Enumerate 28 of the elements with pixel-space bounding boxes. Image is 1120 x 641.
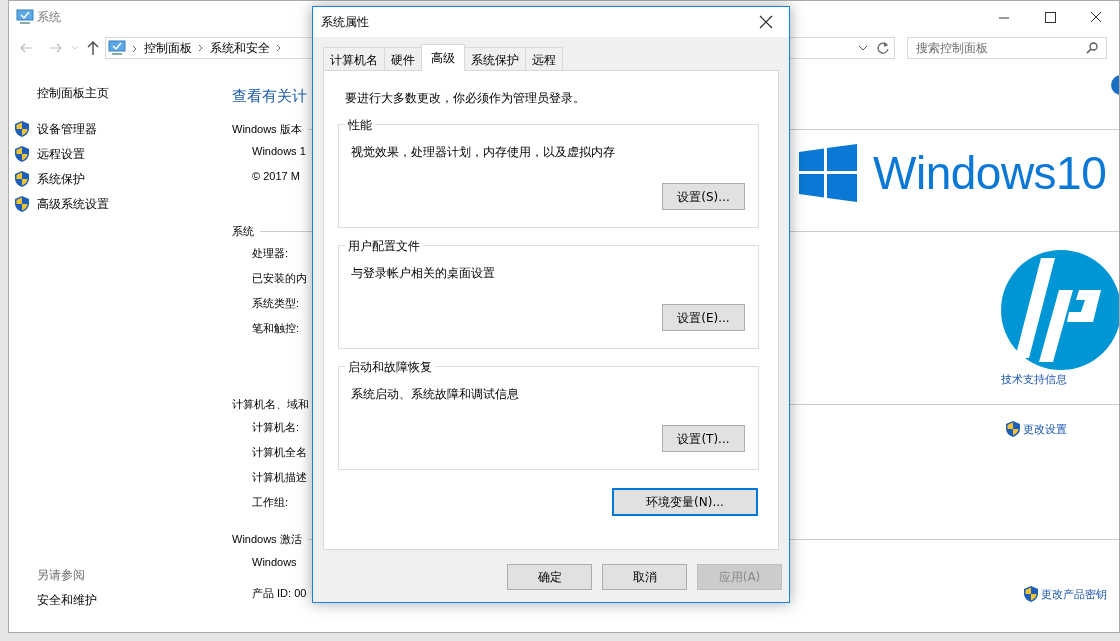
section-heading: 计算机名、域和 (232, 397, 309, 413)
info-label: Windows 1 (251, 144, 306, 159)
dialog-title: 系统属性 (321, 14, 369, 31)
info-label: Windows (251, 554, 297, 570)
see-also-heading: 另请参阅 (36, 566, 86, 584)
info-label: 系统类型: (251, 296, 300, 311)
info-label: 计算机描述 (251, 469, 307, 485)
info-label: 已安装的内 (251, 271, 307, 286)
group-description: 系统启动、系统故障和调试信息 (351, 386, 520, 403)
info-label: © 2017 M (251, 169, 300, 184)
info-label: 笔和触控: (251, 321, 300, 336)
info-label: 工作组: (251, 494, 289, 510)
logo-text: Windows10 (873, 146, 1107, 201)
info-label: 产品 ID: 00 (251, 585, 307, 601)
group-title: 性能 (345, 116, 375, 134)
group-title: 用户配置文件 (345, 237, 423, 255)
info-label: 计算机全名 (251, 444, 307, 460)
admin-note: 要进行大多数更改，你必须作为管理员登录。 (345, 90, 586, 107)
section-heading: Windows 激活 (232, 532, 302, 548)
section-heading: 系统 (232, 223, 254, 239)
group-description: 与登录帐户相关的桌面设置 (351, 265, 496, 282)
group-title: 启动和故障恢复 (345, 358, 435, 376)
info-label: 计算机名: (251, 419, 300, 435)
group-description: 视觉效果，处理器计划，内存使用，以及虚拟内存 (351, 144, 616, 161)
section-heading: Windows 版本 (232, 121, 302, 137)
window-title: 系统 (37, 9, 61, 26)
info-label: 处理器: (251, 246, 289, 261)
page-heading: 查看有关计 (232, 86, 307, 106)
